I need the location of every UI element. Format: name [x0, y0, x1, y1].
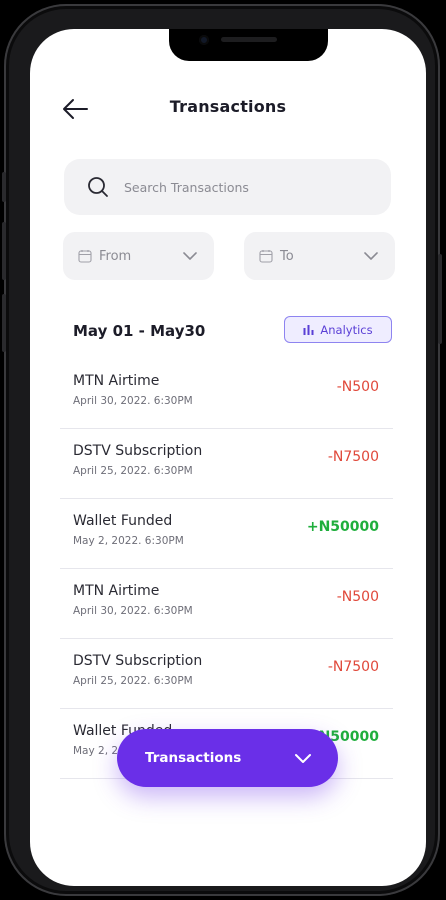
transaction-name: MTN Airtime — [73, 373, 160, 389]
to-date-dropdown[interactable]: To — [244, 232, 395, 280]
volume-down-button — [2, 294, 6, 352]
transaction-row[interactable]: DSTV Subscription April 25, 2022. 6:30PM… — [60, 639, 393, 709]
screen: Transactions From To — [30, 29, 426, 886]
from-label: From — [99, 248, 132, 264]
transaction-date: May 2, 2022. 6:30PM — [73, 535, 184, 547]
from-date-dropdown[interactable]: From — [63, 232, 214, 280]
transaction-row[interactable]: MTN Airtime April 30, 2022. 6:30PM -N500 — [60, 359, 393, 429]
transaction-amount: -N7500 — [327, 449, 379, 465]
transaction-name: MTN Airtime — [73, 583, 160, 599]
transaction-amount: +N50000 — [306, 519, 379, 535]
chevron-down-icon — [183, 252, 197, 260]
calendar-icon — [259, 250, 273, 263]
transaction-date: April 25, 2022. 6:30PM — [73, 465, 193, 477]
volume-up-button — [2, 222, 6, 280]
analytics-button[interactable]: Analytics — [284, 316, 392, 343]
transaction-row[interactable]: Wallet Funded May 2, 2022. 6:30PM +N5000… — [60, 499, 393, 569]
transaction-amount: -N500 — [336, 379, 379, 395]
transaction-row[interactable]: DSTV Subscription April 25, 2022. 6:30PM… — [60, 429, 393, 499]
mute-switch — [2, 172, 6, 202]
transaction-list: MTN Airtime April 30, 2022. 6:30PM -N500… — [60, 359, 393, 779]
transaction-amount: -N500 — [336, 589, 379, 605]
date-range-label: May 01 - May30 — [73, 322, 206, 340]
page-title: Transactions — [169, 97, 287, 116]
search-bar[interactable] — [64, 159, 391, 215]
transaction-name: Wallet Funded — [73, 513, 173, 529]
transaction-row[interactable]: MTN Airtime April 30, 2022. 6:30PM -N500 — [60, 569, 393, 639]
header: Transactions — [30, 91, 426, 127]
bar-chart-icon — [303, 324, 314, 335]
transactions-menu-label: Transactions — [145, 750, 242, 766]
search-icon — [88, 177, 108, 197]
analytics-label: Analytics — [320, 322, 373, 337]
transaction-date: April 25, 2022. 6:30PM — [73, 675, 193, 687]
chevron-down-icon — [364, 252, 378, 260]
notch — [169, 29, 328, 61]
chevron-down-icon — [295, 753, 311, 763]
transaction-date: April 30, 2022. 6:30PM — [73, 605, 193, 617]
calendar-icon — [78, 250, 92, 263]
to-label: To — [280, 248, 294, 264]
transaction-name: DSTV Subscription — [73, 443, 203, 459]
transaction-date: April 30, 2022. 6:30PM — [73, 395, 193, 407]
phone-frame: Transactions From To — [2, 4, 442, 896]
transaction-name: DSTV Subscription — [73, 653, 203, 669]
power-button — [438, 254, 442, 344]
front-camera — [199, 35, 209, 45]
transaction-amount: -N7500 — [327, 659, 379, 675]
transactions-menu-button[interactable]: Transactions — [117, 729, 338, 787]
search-input[interactable] — [122, 178, 366, 196]
earpiece-speaker — [221, 37, 277, 42]
